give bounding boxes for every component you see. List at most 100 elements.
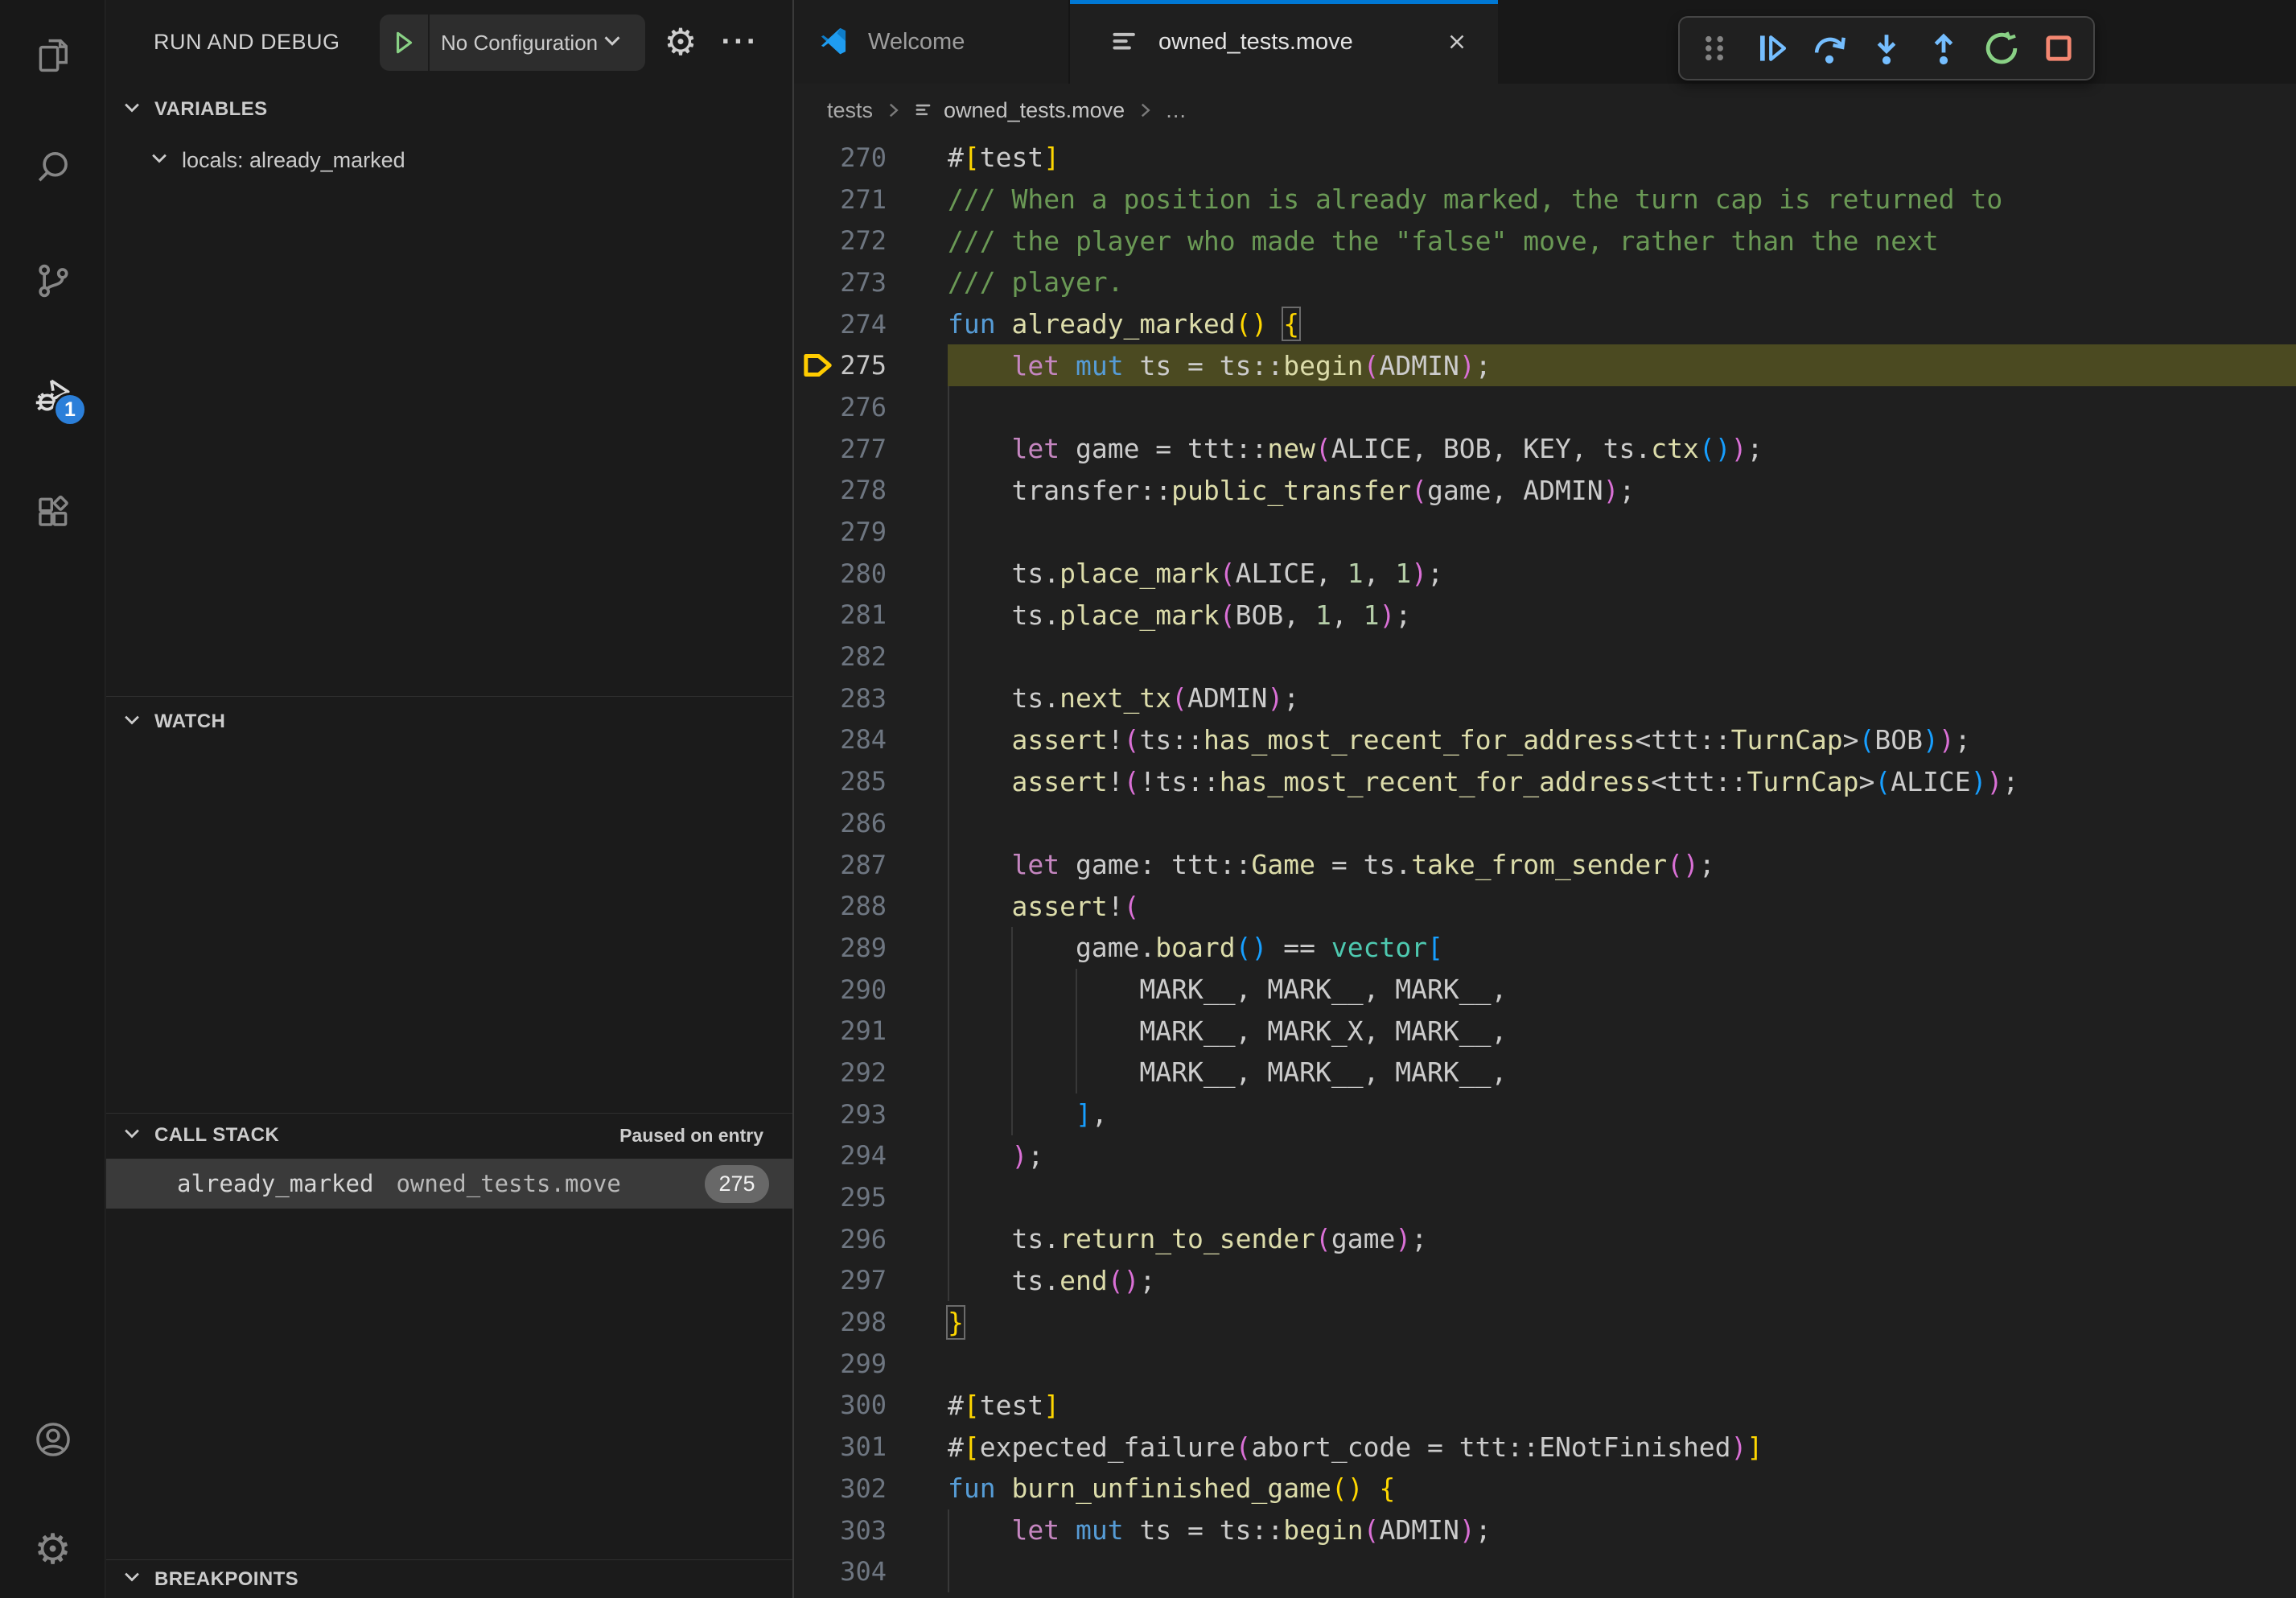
code-line-272[interactable]: 272/// the player who made the "false" m… (792, 220, 2296, 262)
config-dropdown[interactable]: No Configurations (441, 31, 599, 56)
code-line-281[interactable]: 281 ts.place_mark(BOB, 1, 1); (792, 595, 2296, 636)
code-line-284[interactable]: 284 assert!(ts::has_most_recent_for_addr… (792, 719, 2296, 761)
line-number[interactable]: 283 (792, 683, 948, 714)
code-line-277[interactable]: 277 let game = ttt::new(ALICE, BOB, KEY,… (792, 428, 2296, 470)
variables-section-header[interactable]: VARIABLES (106, 84, 792, 135)
line-number[interactable]: 275 (792, 350, 948, 381)
code-line-297[interactable]: 297 ts.end(); (792, 1260, 2296, 1302)
restart-icon[interactable] (1979, 26, 2024, 71)
step-out-icon[interactable] (1921, 26, 1966, 71)
code-line-301[interactable]: 301#[expected_failure(abort_code = ttt::… (792, 1426, 2296, 1468)
step-into-icon[interactable] (1864, 26, 1909, 71)
code-line-303[interactable]: 303 let mut ts = ts::begin(ADMIN); (792, 1509, 2296, 1551)
continue-icon[interactable] (1750, 26, 1795, 71)
line-number[interactable]: 304 (792, 1556, 948, 1587)
explorer-icon[interactable] (0, 17, 105, 94)
line-number[interactable]: 274 (792, 309, 948, 340)
step-over-icon[interactable] (1807, 26, 1852, 71)
line-number[interactable]: 289 (792, 933, 948, 963)
code-line-290[interactable]: 290 MARK__, MARK__, MARK__, (792, 969, 2296, 1011)
code-line-300[interactable]: 300#[test] (792, 1385, 2296, 1427)
code-editor[interactable]: 270#[test]271/// When a position is alre… (792, 137, 2296, 1598)
code-line-273[interactable]: 273/// player. (792, 262, 2296, 303)
line-number[interactable]: 302 (792, 1473, 948, 1504)
line-number[interactable]: 273 (792, 267, 948, 298)
code-line-276[interactable]: 276 (792, 386, 2296, 428)
line-number[interactable]: 276 (792, 392, 948, 422)
settings-gear-icon[interactable]: ⚙ (0, 1511, 105, 1588)
extensions-icon[interactable] (0, 473, 105, 550)
stop-icon[interactable] (2036, 26, 2081, 71)
code-line-282[interactable]: 282 (792, 636, 2296, 678)
code-line-278[interactable]: 278 transfer::public_transfer(game, ADMI… (792, 470, 2296, 512)
code-line-286[interactable]: 286 (792, 802, 2296, 844)
code-line-287[interactable]: 287 let game: ttt::Game = ts.take_from_s… (792, 844, 2296, 886)
line-number[interactable]: 277 (792, 434, 948, 464)
line-number[interactable]: 292 (792, 1057, 948, 1088)
breadcrumb-folder[interactable]: tests (827, 98, 873, 123)
code-line-292[interactable]: 292 MARK__, MARK__, MARK__, (792, 1052, 2296, 1093)
sidebar-editor-divider[interactable] (792, 0, 794, 1598)
line-number[interactable]: 288 (792, 891, 948, 921)
close-icon[interactable] (1443, 28, 1471, 56)
line-number[interactable]: 272 (792, 225, 948, 256)
line-number[interactable]: 298 (792, 1307, 948, 1337)
line-number[interactable]: 295 (792, 1182, 948, 1213)
line-number[interactable]: 303 (792, 1515, 948, 1546)
line-number[interactable]: 294 (792, 1140, 948, 1171)
run-and-debug-icon[interactable] (0, 356, 105, 433)
tab-owned-tests-move[interactable]: owned_tests.move (1070, 0, 1498, 84)
code-line-291[interactable]: 291 MARK__, MARK_X, MARK__, (792, 1010, 2296, 1052)
more-actions-icon[interactable]: ··· (714, 0, 766, 84)
line-number[interactable]: 282 (792, 641, 948, 672)
line-number[interactable]: 291 (792, 1015, 948, 1046)
watch-section-header[interactable]: WATCH (106, 697, 792, 747)
code-line-296[interactable]: 296 ts.return_to_sender(game); (792, 1218, 2296, 1260)
line-number[interactable]: 299 (792, 1349, 948, 1379)
code-line-274[interactable]: 274fun already_marked() { (792, 303, 2296, 345)
source-control-icon[interactable] (0, 242, 105, 319)
line-number[interactable]: 296 (792, 1224, 948, 1254)
code-line-275[interactable]: 275 let mut ts = ts::begin(ADMIN); (792, 344, 2296, 386)
line-number[interactable]: 286 (792, 808, 948, 838)
call-stack-section-header[interactable]: CALL STACK Paused on entry (106, 1114, 792, 1157)
line-number[interactable]: 279 (792, 517, 948, 547)
account-icon[interactable] (0, 1401, 105, 1478)
code-line-304[interactable]: 304 (792, 1551, 2296, 1592)
line-number[interactable]: 271 (792, 184, 948, 215)
code-line-280[interactable]: 280 ts.place_mark(ALICE, 1, 1); (792, 553, 2296, 595)
line-number[interactable]: 290 (792, 974, 948, 1005)
code-line-285[interactable]: 285 assert!(!ts::has_most_recent_for_add… (792, 760, 2296, 802)
breadcrumb-symbol[interactable]: … (1165, 98, 1187, 123)
code-line-283[interactable]: 283 ts.next_tx(ADMIN); (792, 678, 2296, 719)
code-line-294[interactable]: 294 ); (792, 1135, 2296, 1177)
line-number[interactable]: 285 (792, 766, 948, 797)
tab-welcome[interactable]: Welcome (792, 0, 1070, 84)
line-number[interactable]: 280 (792, 558, 948, 589)
toolbar-drag-handle[interactable] (1692, 26, 1737, 71)
code-line-302[interactable]: 302fun burn_unfinished_game() { (792, 1468, 2296, 1509)
line-number[interactable]: 300 (792, 1390, 948, 1420)
code-line-271[interactable]: 271/// When a position is already marked… (792, 179, 2296, 220)
code-line-298[interactable]: 298} (792, 1301, 2296, 1343)
call-stack-frame[interactable]: already_marked owned_tests.move 275 (106, 1159, 792, 1209)
line-number[interactable]: 278 (792, 475, 948, 505)
breadcrumb-file[interactable]: owned_tests.move (944, 98, 1125, 123)
code-line-293[interactable]: 293 ], (792, 1093, 2296, 1135)
debug-settings-gear-icon[interactable]: ⚙ (656, 0, 705, 84)
line-number[interactable]: 293 (792, 1099, 948, 1130)
line-number[interactable]: 284 (792, 724, 948, 755)
line-number[interactable]: 297 (792, 1265, 948, 1295)
line-number[interactable]: 287 (792, 850, 948, 880)
line-number[interactable]: 281 (792, 599, 948, 630)
code-line-295[interactable]: 295 (792, 1176, 2296, 1218)
code-line-270[interactable]: 270#[test] (792, 137, 2296, 179)
breakpoints-section-header[interactable]: BREAKPOINTS (106, 1560, 792, 1598)
code-line-299[interactable]: 299 (792, 1343, 2296, 1385)
line-number[interactable]: 270 (792, 142, 948, 173)
code-line-288[interactable]: 288 assert!( (792, 885, 2296, 927)
locals-tree-item[interactable]: locals: already_marked (106, 137, 792, 183)
code-line-279[interactable]: 279 (792, 511, 2296, 553)
start-debugging-button[interactable] (380, 14, 430, 71)
line-number[interactable]: 301 (792, 1431, 948, 1462)
